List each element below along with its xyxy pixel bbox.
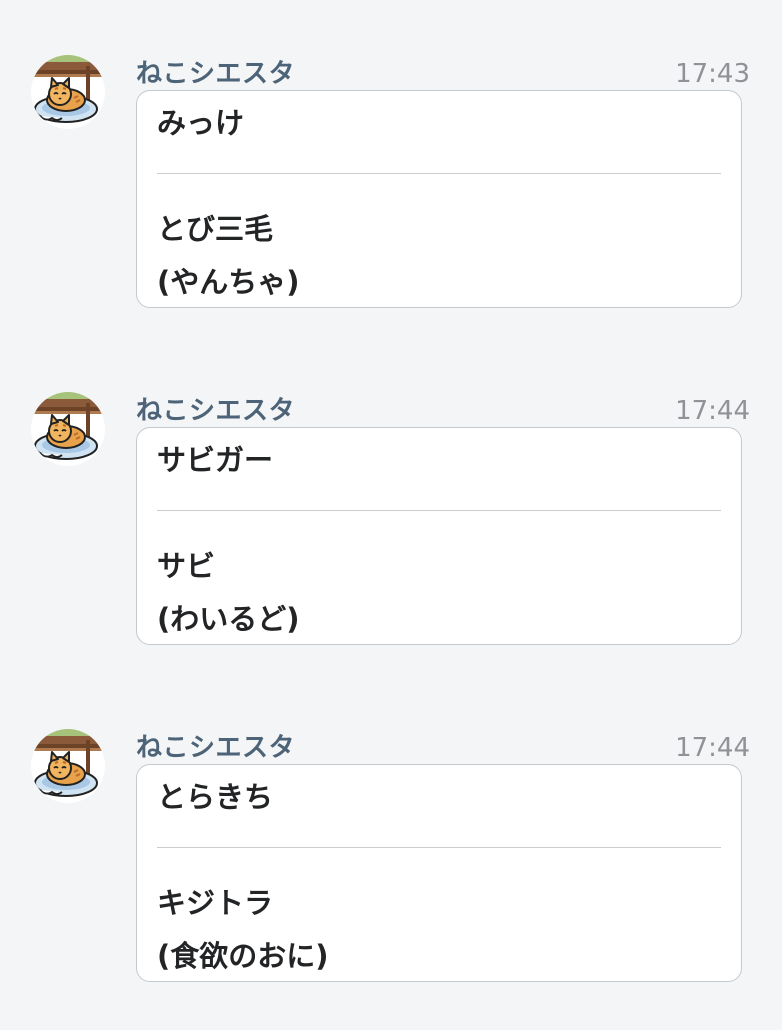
cat-in-basket-avatar-icon[interactable] — [30, 391, 106, 467]
cat-name: とらきち — [157, 780, 274, 814]
sender-name[interactable]: ねこシエスタ — [136, 393, 295, 429]
message-card: サビガー サビ (わいるど) — [136, 427, 742, 645]
message-card: とらきち キジトラ (食欲のおに) — [136, 764, 742, 982]
cat-personality: (食欲のおに) — [157, 939, 329, 973]
cat-personality: (やんちゃ) — [157, 265, 300, 299]
cat-breed: キジトラ — [157, 886, 274, 920]
cat-in-basket-avatar-icon[interactable] — [30, 728, 106, 804]
timestamp: 17:43 — [675, 59, 750, 89]
cat-name: みっけ — [157, 106, 245, 140]
message-2: ねこシエスタ 17:44 サビガー サビ (わいるど) — [0, 393, 782, 693]
timestamp: 17:44 — [675, 396, 750, 426]
cat-personality: (わいるど) — [157, 602, 300, 636]
message-card: みっけ とび三毛 (やんちゃ) — [136, 90, 742, 308]
divider — [157, 510, 721, 511]
cat-breed: とび三毛 — [157, 212, 274, 246]
timestamp: 17:44 — [675, 733, 750, 763]
sender-name[interactable]: ねこシエスタ — [136, 56, 295, 92]
message-1: ねこシエスタ 17:43 みっけ とび三毛 (やんちゃ) — [0, 56, 782, 356]
message-3: ねこシエスタ 17:44 とらきち キジトラ (食欲のおに) — [0, 730, 782, 1030]
cat-name: サビガー — [157, 443, 274, 477]
cat-in-basket-avatar-icon[interactable] — [30, 54, 106, 130]
sender-name[interactable]: ねこシエスタ — [136, 730, 295, 766]
divider — [157, 847, 721, 848]
cat-breed: サビ — [157, 549, 216, 583]
divider — [157, 173, 721, 174]
